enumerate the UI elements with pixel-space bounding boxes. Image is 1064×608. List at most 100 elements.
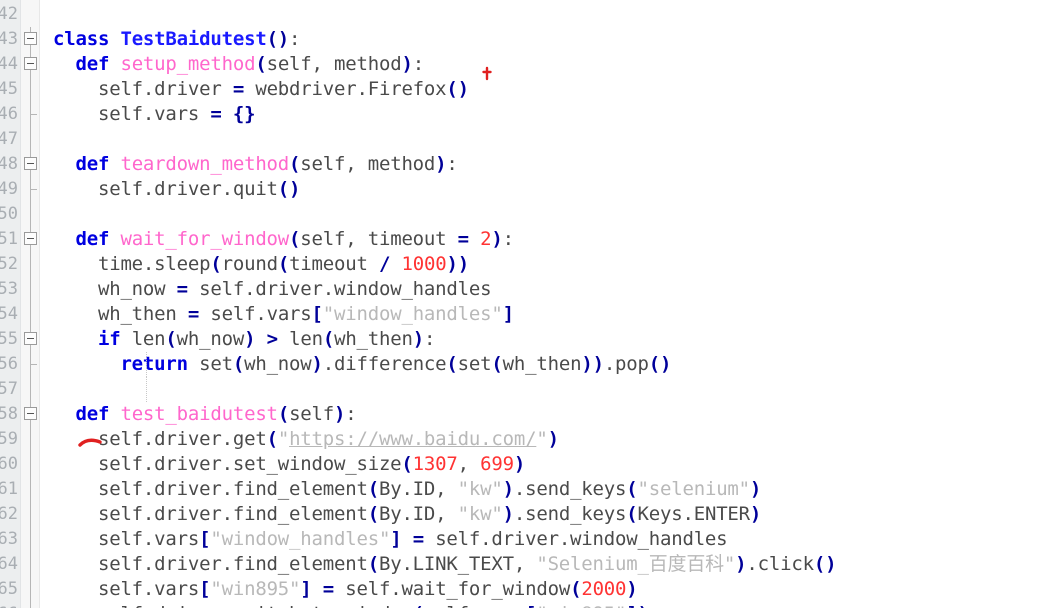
token-function-teardown-method: teardown_method xyxy=(120,153,290,175)
fold-line xyxy=(30,527,31,552)
token-number-height: 699 xyxy=(480,453,514,475)
fold-line xyxy=(30,202,31,227)
fold-line xyxy=(30,77,31,102)
line-number: 465 xyxy=(0,579,18,599)
code-text-area[interactable]: class TestBaidutest(): def setup_method(… xyxy=(40,0,1064,608)
code-line-444[interactable]: def setup_method(self, method): xyxy=(40,52,1064,77)
fold-row-453 xyxy=(21,277,39,302)
code-line-455[interactable]: if len(wh_now) > len(wh_then): xyxy=(40,327,1064,352)
token-class-name: TestBaidutest xyxy=(120,28,267,50)
token-keyword-def: def xyxy=(75,403,110,425)
line-number: 446 xyxy=(0,104,18,124)
fold-row-454 xyxy=(21,302,39,327)
fold-row xyxy=(21,2,39,27)
code-line-446[interactable]: self.vars = {} xyxy=(40,102,1064,127)
line-number: 448 xyxy=(0,154,18,174)
fold-row-465 xyxy=(21,577,39,602)
fold-collapse-icon[interactable] xyxy=(24,232,37,245)
fold-line xyxy=(30,252,31,277)
line-number: 458 xyxy=(0,404,18,424)
fold-row-455[interactable] xyxy=(21,327,39,352)
fold-row-443[interactable] xyxy=(21,27,39,52)
fold-collapse-icon[interactable] xyxy=(24,157,37,170)
line-number: 463 xyxy=(0,529,18,549)
token-keyword-def: def xyxy=(75,228,110,250)
token-string-window-handles: "window_handles" xyxy=(322,303,503,325)
fold-row-461 xyxy=(21,477,39,502)
token-keyword-def: def xyxy=(75,153,110,175)
token-keyword-class: class xyxy=(53,28,110,50)
code-line-448[interactable]: def teardown_method(self, method): xyxy=(40,152,1064,177)
fold-line xyxy=(30,577,31,602)
token-keyword-if: if xyxy=(97,328,121,350)
code-line-457[interactable] xyxy=(40,377,1064,402)
fold-end-icon xyxy=(30,364,37,365)
fold-collapse-icon[interactable] xyxy=(24,57,37,70)
fold-row-456 xyxy=(21,352,39,377)
code-line-456[interactable]: return set(wh_now).difference(set(wh_the… xyxy=(40,352,1064,377)
line-number: 443 xyxy=(0,29,18,49)
code-line-453[interactable]: wh_now = self.driver.window_handles xyxy=(40,277,1064,302)
line-number: 461 xyxy=(0,479,18,499)
code-line-452[interactable]: time.sleep(round(timeout / 1000)) xyxy=(40,252,1064,277)
fold-row-452 xyxy=(21,252,39,277)
line-number: 459 xyxy=(0,429,18,449)
token-string-link-text: "Selenium_百度百科" xyxy=(536,553,736,575)
fold-line xyxy=(30,377,31,402)
token-function-wait-for-window: wait_for_window xyxy=(120,228,290,250)
code-line-465[interactable]: self.vars["win895"] = self.wait_for_wind… xyxy=(40,577,1064,602)
line-number: 454 xyxy=(0,304,18,324)
fold-row-458[interactable] xyxy=(21,402,39,427)
line-number-gutter: 442 443 444 445 446 447 448 449 450 451 … xyxy=(0,0,20,608)
fold-collapse-icon[interactable] xyxy=(24,332,37,345)
fold-row-448[interactable] xyxy=(21,152,39,177)
token-number-timeout: 2 xyxy=(480,228,492,250)
line-number: 460 xyxy=(0,454,18,474)
line-number: 466 xyxy=(0,602,20,608)
code-line-458[interactable]: def test_baidutest(self): xyxy=(40,402,1064,427)
fold-line xyxy=(30,302,31,327)
code-line-449[interactable]: self.driver.quit() xyxy=(40,177,1064,202)
token-keyword-def: def xyxy=(75,53,110,75)
token-string-win895: "win895" xyxy=(536,603,626,608)
code-line-464[interactable]: self.driver.find_element(By.LINK_TEXT, "… xyxy=(40,552,1064,577)
fold-line xyxy=(30,552,31,577)
code-line-442[interactable] xyxy=(40,2,1064,27)
fold-row-444[interactable] xyxy=(21,52,39,77)
line-number: 450 xyxy=(0,204,18,224)
code-line-461[interactable]: self.driver.find_element(By.ID, "kw").se… xyxy=(40,477,1064,502)
code-editor[interactable]: 442 443 444 445 446 447 448 449 450 451 … xyxy=(0,0,1064,608)
fold-line xyxy=(30,477,31,502)
token-number-2000: 2000 xyxy=(581,578,627,600)
fold-row-459 xyxy=(21,427,39,452)
code-line-463[interactable]: self.vars["window_handles"] = self.drive… xyxy=(40,527,1064,552)
fold-row-457 xyxy=(21,377,39,402)
token-number-width: 1307 xyxy=(412,453,458,475)
token-string-url[interactable]: https://www.baidu.com/ xyxy=(289,428,536,450)
fold-collapse-icon[interactable] xyxy=(24,32,37,45)
code-line-454[interactable]: wh_then = self.vars["window_handles"] xyxy=(40,302,1064,327)
fold-row-447 xyxy=(21,127,39,152)
token-function-test-baidutest: test_baidutest xyxy=(120,403,278,425)
code-line-445[interactable]: self.driver = webdriver.Firefox() xyxy=(40,77,1064,102)
line-number: 449 xyxy=(0,179,18,199)
code-line-459[interactable]: self.driver.get("https://www.baidu.com/"… xyxy=(40,427,1064,452)
code-line-451[interactable]: def wait_for_window(self, timeout = 2): xyxy=(40,227,1064,252)
code-line-447[interactable] xyxy=(40,127,1064,152)
code-line-460[interactable]: self.driver.set_window_size(1307, 699) xyxy=(40,452,1064,477)
fold-row-445 xyxy=(21,77,39,102)
fold-collapse-icon[interactable] xyxy=(24,407,37,420)
fold-row-451[interactable] xyxy=(21,227,39,252)
code-line-462[interactable]: self.driver.find_element(By.ID, "kw").se… xyxy=(40,502,1064,527)
code-line-443[interactable]: class TestBaidutest(): xyxy=(40,27,1064,52)
code-fold-gutter[interactable] xyxy=(20,0,40,608)
token-string-selenium: "selenium" xyxy=(637,478,751,500)
line-number: 445 xyxy=(0,79,18,99)
token-function-setup-method: setup_method xyxy=(120,53,256,75)
code-line-450[interactable] xyxy=(40,202,1064,227)
fold-line xyxy=(30,502,31,527)
line-number: 464 xyxy=(0,554,18,574)
fold-line xyxy=(30,602,31,608)
code-line-466[interactable]: self.driver.switch_to.window(self.vars["… xyxy=(40,602,1064,608)
fold-row-464 xyxy=(21,552,39,577)
